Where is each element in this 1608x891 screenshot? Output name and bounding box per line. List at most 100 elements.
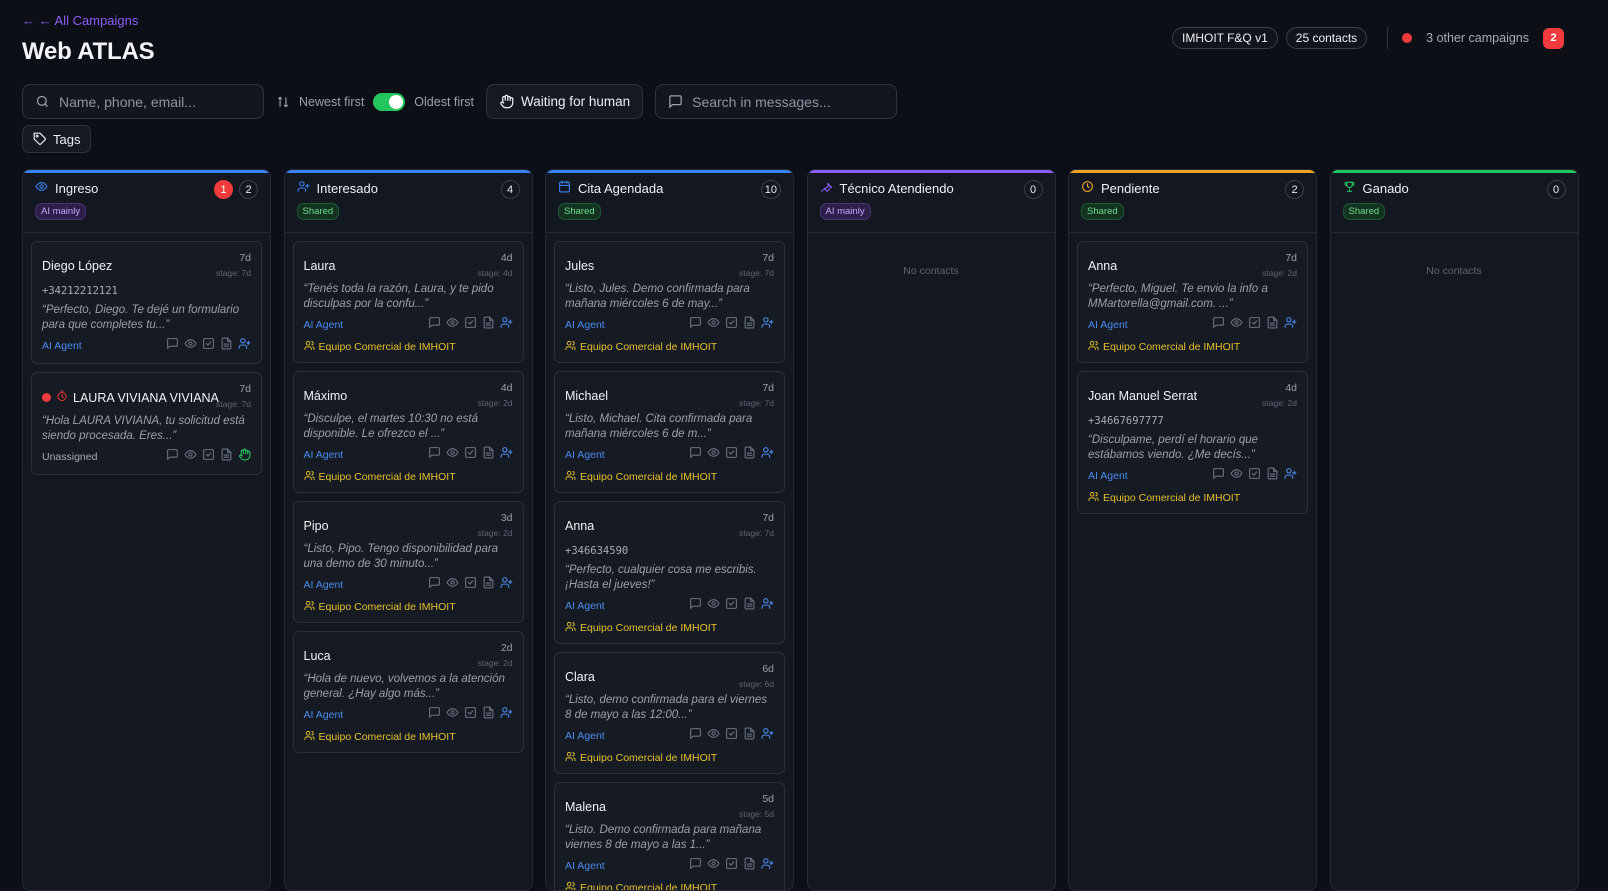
contact-search-input[interactable] <box>59 93 239 110</box>
checkbox-icon[interactable] <box>464 706 477 724</box>
column-header[interactable]: Pendiente 2 Shared <box>1069 170 1316 233</box>
sort-arrows-icon[interactable] <box>276 95 290 109</box>
note-icon[interactable] <box>1266 467 1279 485</box>
checkbox-icon[interactable] <box>725 597 738 615</box>
assign-user-icon[interactable] <box>761 727 774 745</box>
view-icon[interactable] <box>707 857 720 875</box>
assign-user-icon[interactable] <box>1284 316 1297 334</box>
sort-oldest-label[interactable]: Oldest first <box>414 95 474 109</box>
contact-card[interactable]: Clara 6d stage: 6d “Listo, demo confirmada … <box>554 652 785 774</box>
contact-card[interactable]: LAURA VIVIANA VIVIANA 7d stage: 7d “Hola LA… <box>31 372 262 475</box>
chat-icon[interactable] <box>166 337 179 355</box>
contact-card[interactable]: Pipo 3d stage: 2d “Listo, Pipo. Tengo dispo… <box>292 501 524 623</box>
assign-user-icon[interactable] <box>761 316 774 334</box>
note-icon[interactable] <box>220 448 233 466</box>
chat-icon[interactable] <box>428 706 441 724</box>
view-icon[interactable] <box>446 316 459 334</box>
view-icon[interactable] <box>707 597 720 615</box>
contact-card[interactable]: Jules 7d stage: 7d “Listo, Jules. Demo conf… <box>554 241 785 363</box>
chat-icon[interactable] <box>689 727 702 745</box>
back-to-campaigns-link[interactable]: ← ← All Campaigns <box>22 13 138 28</box>
assign-user-icon[interactable] <box>761 446 774 464</box>
column-header[interactable]: Técnico Atendiendo 0 AI mainly <box>807 170 1055 233</box>
view-icon[interactable] <box>446 576 459 594</box>
hand-icon[interactable] <box>238 448 251 466</box>
note-icon[interactable] <box>743 727 756 745</box>
checkbox-icon[interactable] <box>725 727 738 745</box>
chat-icon[interactable] <box>166 448 179 466</box>
other-campaigns-link[interactable]: 3 other campaigns <box>1426 31 1529 45</box>
checkbox-icon[interactable] <box>725 446 738 464</box>
chat-icon[interactable] <box>689 316 702 334</box>
chat-icon[interactable] <box>689 597 702 615</box>
assign-user-icon[interactable] <box>500 316 513 334</box>
chat-icon[interactable] <box>428 576 441 594</box>
team-users-icon <box>1088 340 1099 354</box>
sort-newest-label[interactable]: Newest first <box>299 95 364 109</box>
checkbox-icon[interactable] <box>202 337 215 355</box>
view-icon[interactable] <box>184 337 197 355</box>
note-icon[interactable] <box>743 446 756 464</box>
team-name: Equipo Comercial de IMHOIT <box>318 471 456 483</box>
waiting-for-human-button[interactable]: Waiting for human <box>486 84 644 119</box>
chat-icon[interactable] <box>428 316 441 334</box>
contact-card[interactable]: Laura 4d stage: 4d “Tenés toda la razón, La… <box>292 241 524 363</box>
assign-user-icon[interactable] <box>761 857 774 875</box>
column-header[interactable]: Ingreso 1 2 AI mainly <box>23 170 270 233</box>
contact-search-box[interactable] <box>22 84 264 119</box>
checkbox-icon[interactable] <box>202 448 215 466</box>
note-icon[interactable] <box>743 316 756 334</box>
note-icon[interactable] <box>482 446 495 464</box>
view-icon[interactable] <box>1230 467 1243 485</box>
contact-card[interactable]: Anna 7d stage: 7d +346634590 “Perfecto, cual… <box>554 501 785 644</box>
assign-user-icon[interactable] <box>500 446 513 464</box>
checkbox-icon[interactable] <box>464 576 477 594</box>
note-icon[interactable] <box>482 316 495 334</box>
chat-icon[interactable] <box>689 446 702 464</box>
view-icon[interactable] <box>707 727 720 745</box>
assign-user-icon[interactable] <box>1284 467 1297 485</box>
note-icon[interactable] <box>743 597 756 615</box>
checkbox-icon[interactable] <box>1248 316 1261 334</box>
chat-icon[interactable] <box>428 446 441 464</box>
view-icon[interactable] <box>184 448 197 466</box>
column-header[interactable]: Cita Agendada 10 Shared <box>546 170 793 233</box>
assign-user-icon[interactable] <box>500 706 513 724</box>
contact-card[interactable]: Diego López 7d stage: 7d +34212212121 “Perfe… <box>31 241 262 364</box>
view-icon[interactable] <box>446 706 459 724</box>
column-header[interactable]: Ganado 0 Shared <box>1330 170 1578 233</box>
note-icon[interactable] <box>743 857 756 875</box>
note-icon[interactable] <box>482 706 495 724</box>
tags-filter-button[interactable]: Tags <box>22 125 92 153</box>
contact-card[interactable]: Anna 7d stage: 2d “Perfecto, Miguel. Te env… <box>1077 241 1308 363</box>
checkbox-icon[interactable] <box>725 316 738 334</box>
assign-user-icon[interactable] <box>761 597 774 615</box>
chat-icon[interactable] <box>1212 467 1225 485</box>
checkbox-icon[interactable] <box>464 316 477 334</box>
checkbox-icon[interactable] <box>1248 467 1261 485</box>
chat-icon[interactable] <box>689 857 702 875</box>
user-plus-icon <box>297 180 310 196</box>
view-icon[interactable] <box>707 316 720 334</box>
sort-order-toggle[interactable] <box>373 92 406 111</box>
checkbox-icon[interactable] <box>464 446 477 464</box>
chat-icon[interactable] <box>1212 316 1225 334</box>
message-search-input[interactable] <box>692 93 873 110</box>
assign-user-icon[interactable] <box>500 576 513 594</box>
message-search-box[interactable] <box>655 84 898 119</box>
view-icon[interactable] <box>446 446 459 464</box>
view-icon[interactable] <box>1230 316 1243 334</box>
contact-card[interactable]: Máximo 4d stage: 2d “Disculpe, el martes 10… <box>292 371 524 493</box>
note-icon[interactable] <box>220 337 233 355</box>
note-icon[interactable] <box>1266 316 1279 334</box>
view-icon[interactable] <box>707 446 720 464</box>
checkbox-icon[interactable] <box>725 857 738 875</box>
stage-age: stage: 7d <box>216 268 251 278</box>
assign-user-icon[interactable] <box>238 337 251 355</box>
column-header[interactable]: Interesado 4 Shared <box>284 170 532 233</box>
contact-card[interactable]: Malena 5d stage: 5d “Listo. Demo confirmada… <box>554 782 785 890</box>
contact-card[interactable]: Michael 7d stage: 7d “Listo, Michael. Cita … <box>554 371 785 493</box>
contact-card[interactable]: Joan Manuel Serrat 4d stage: 2d +3466769777… <box>1077 371 1308 514</box>
contact-card[interactable]: Luca 2d stage: 2d “Hola de nuevo, volvemos … <box>292 631 524 753</box>
note-icon[interactable] <box>482 576 495 594</box>
